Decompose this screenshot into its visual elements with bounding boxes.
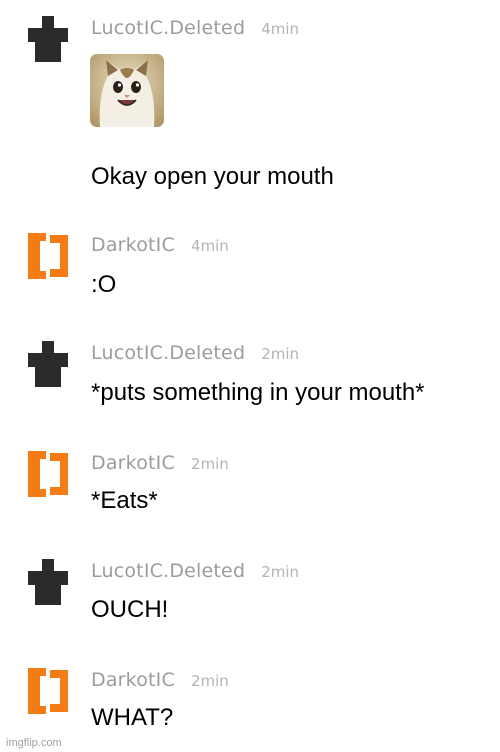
- message-text: Okay open your mouth: [91, 163, 334, 190]
- username[interactable]: DarkotIC: [91, 452, 175, 474]
- message-text: OUCH!: [91, 596, 169, 623]
- smiling-cat-thumbnail[interactable]: [90, 54, 164, 127]
- message-text: *Eats*: [91, 487, 158, 514]
- username[interactable]: LucotIC.Deleted: [91, 17, 245, 39]
- message-header: LucotIC.Deleted 2min: [91, 341, 299, 367]
- message-text: *puts something in your mouth*: [91, 379, 425, 406]
- orange-bracket-avatar-icon[interactable]: [28, 233, 68, 279]
- message-text: WHAT?: [91, 704, 174, 731]
- timestamp: 2min: [261, 345, 300, 363]
- watermark: imgflip.com: [6, 737, 62, 749]
- username[interactable]: DarkotIC: [91, 234, 175, 256]
- orange-bracket-avatar-icon[interactable]: [28, 451, 68, 497]
- username[interactable]: LucotIC.Deleted: [91, 342, 245, 364]
- message-header: DarkotIC 2min: [91, 451, 229, 477]
- message-header: DarkotIC 4min: [91, 233, 229, 259]
- message-header: DarkotIC 2min: [91, 668, 229, 694]
- orange-bracket-avatar-icon[interactable]: [28, 668, 68, 714]
- timestamp: 4min: [261, 20, 300, 38]
- dark-shirt-avatar-icon[interactable]: [28, 559, 68, 605]
- username[interactable]: LucotIC.Deleted: [91, 560, 245, 582]
- username[interactable]: DarkotIC: [91, 669, 175, 691]
- timestamp: 2min: [190, 672, 229, 690]
- message-text: :O: [91, 271, 117, 298]
- timestamp: 2min: [261, 563, 300, 581]
- dark-shirt-avatar-icon[interactable]: [28, 16, 68, 62]
- timestamp: 4min: [190, 237, 229, 255]
- message-header: LucotIC.Deleted 2min: [91, 559, 299, 585]
- dark-shirt-avatar-icon[interactable]: [28, 341, 68, 387]
- message-header: LucotIC.Deleted 4min: [91, 16, 299, 42]
- timestamp: 2min: [190, 455, 229, 473]
